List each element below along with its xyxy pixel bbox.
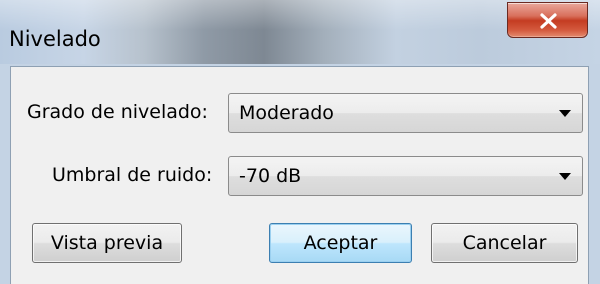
noise-threshold-select[interactable]: -70 dB xyxy=(228,156,583,196)
chevron-down-icon xyxy=(559,110,571,117)
preview-button[interactable]: Vista previa xyxy=(32,223,182,263)
chevron-down-icon xyxy=(559,173,571,180)
dialog-window: Nivelado Grado de nivelado: Moderado Umb… xyxy=(0,0,600,284)
leveling-degree-select[interactable]: Moderado xyxy=(228,93,583,133)
noise-threshold-value: -70 dB xyxy=(239,165,302,187)
accept-button[interactable]: Aceptar xyxy=(269,223,412,263)
close-button[interactable] xyxy=(507,2,588,38)
cancel-button[interactable]: Cancelar xyxy=(431,223,578,263)
window-title: Nivelado xyxy=(9,27,101,51)
dialog-client-area: Grado de nivelado: Moderado Umbral de ru… xyxy=(10,66,589,284)
leveling-degree-value: Moderado xyxy=(239,102,334,124)
noise-threshold-label: Umbral de ruido: xyxy=(52,164,213,186)
leveling-degree-label: Grado de nivelado: xyxy=(27,101,208,123)
close-icon xyxy=(540,13,557,29)
